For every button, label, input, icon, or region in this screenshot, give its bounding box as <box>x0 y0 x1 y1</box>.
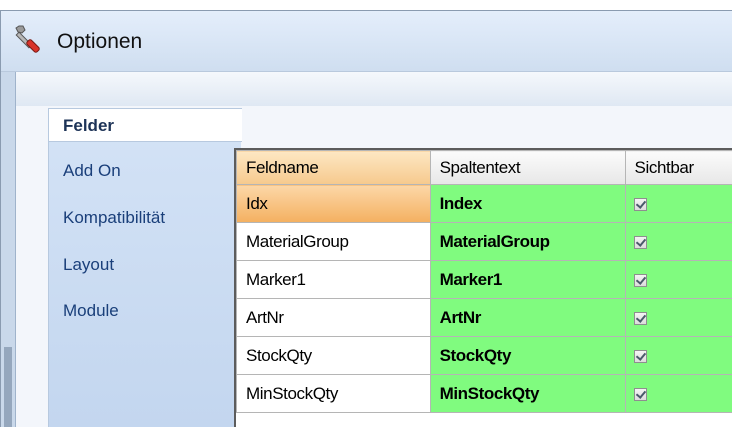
cell-spaltentext[interactable]: MinStockQty <box>430 375 625 413</box>
sichtbar-checkbox[interactable] <box>634 388 647 401</box>
sichtbar-checkbox[interactable] <box>634 312 647 325</box>
nav-item-label: Layout <box>63 255 114 274</box>
cell-sichtbar[interactable] <box>625 375 732 413</box>
cell-sichtbar[interactable] <box>625 337 732 375</box>
client-header <box>16 72 732 106</box>
fields-grid: Feldname Spaltentext Sichtbar Idx Index … <box>234 148 732 427</box>
nav-item-felder[interactable]: Felder <box>49 108 242 142</box>
cell-spaltentext[interactable]: MaterialGroup <box>430 223 625 261</box>
nav-item-label: Module <box>63 301 119 320</box>
cell-feldname[interactable]: Marker1 <box>237 261 431 299</box>
nav-item-module[interactable]: Module <box>49 294 241 328</box>
cell-sichtbar[interactable] <box>625 185 732 223</box>
options-nav: Felder Add On Kompatibilität Layout Modu… <box>48 108 241 427</box>
cell-sichtbar[interactable] <box>625 299 732 337</box>
nav-item-label: Kompatibilität <box>63 208 165 227</box>
table-row[interactable]: Idx Index <box>237 185 732 223</box>
table-row[interactable]: Marker1 Marker1 <box>237 261 732 299</box>
column-header-feldname[interactable]: Feldname <box>237 151 431 185</box>
nav-item-label: Felder <box>63 116 114 135</box>
sichtbar-checkbox[interactable] <box>634 236 647 249</box>
splitter-handle[interactable] <box>4 347 12 427</box>
fields-table: Feldname Spaltentext Sichtbar Idx Index … <box>236 150 732 413</box>
left-splitter[interactable] <box>1 72 16 427</box>
cell-sichtbar[interactable] <box>625 223 732 261</box>
table-row[interactable]: ArtNr ArtNr <box>237 299 732 337</box>
grid-header-row: Feldname Spaltentext Sichtbar <box>237 151 732 185</box>
title-bar[interactable]: Optionen <box>1 11 732 72</box>
cell-spaltentext[interactable]: Marker1 <box>430 261 625 299</box>
cell-feldname[interactable]: ArtNr <box>237 299 431 337</box>
sichtbar-checkbox[interactable] <box>634 198 647 211</box>
cell-feldname[interactable]: StockQty <box>237 337 431 375</box>
nav-item-label: Add On <box>63 161 121 180</box>
cell-sichtbar[interactable] <box>625 261 732 299</box>
cell-spaltentext[interactable]: StockQty <box>430 337 625 375</box>
nav-item-layout[interactable]: Layout <box>49 248 241 282</box>
table-row[interactable]: MinStockQty MinStockQty <box>237 375 732 413</box>
cell-spaltentext[interactable]: ArtNr <box>430 299 625 337</box>
nav-item-kompatibilitaet[interactable]: Kompatibilität <box>49 201 241 235</box>
column-header-spaltentext[interactable]: Spaltentext <box>430 151 625 185</box>
column-header-sichtbar[interactable]: Sichtbar <box>625 151 732 185</box>
cell-feldname[interactable]: Idx <box>237 185 431 223</box>
table-row[interactable]: StockQty StockQty <box>237 337 732 375</box>
cell-feldname[interactable]: MaterialGroup <box>237 223 431 261</box>
cell-spaltentext[interactable]: Index <box>430 185 625 223</box>
wrench-screwdriver-icon <box>13 23 45 55</box>
cell-feldname[interactable]: MinStockQty <box>237 375 431 413</box>
table-row[interactable]: MaterialGroup MaterialGroup <box>237 223 732 261</box>
options-window: Optionen Felder Add On Kompatibilität La… <box>0 10 732 427</box>
nav-item-add-on[interactable]: Add On <box>49 154 241 188</box>
sichtbar-checkbox[interactable] <box>634 350 647 363</box>
sichtbar-checkbox[interactable] <box>634 274 647 287</box>
window-title: Optionen <box>57 30 142 54</box>
